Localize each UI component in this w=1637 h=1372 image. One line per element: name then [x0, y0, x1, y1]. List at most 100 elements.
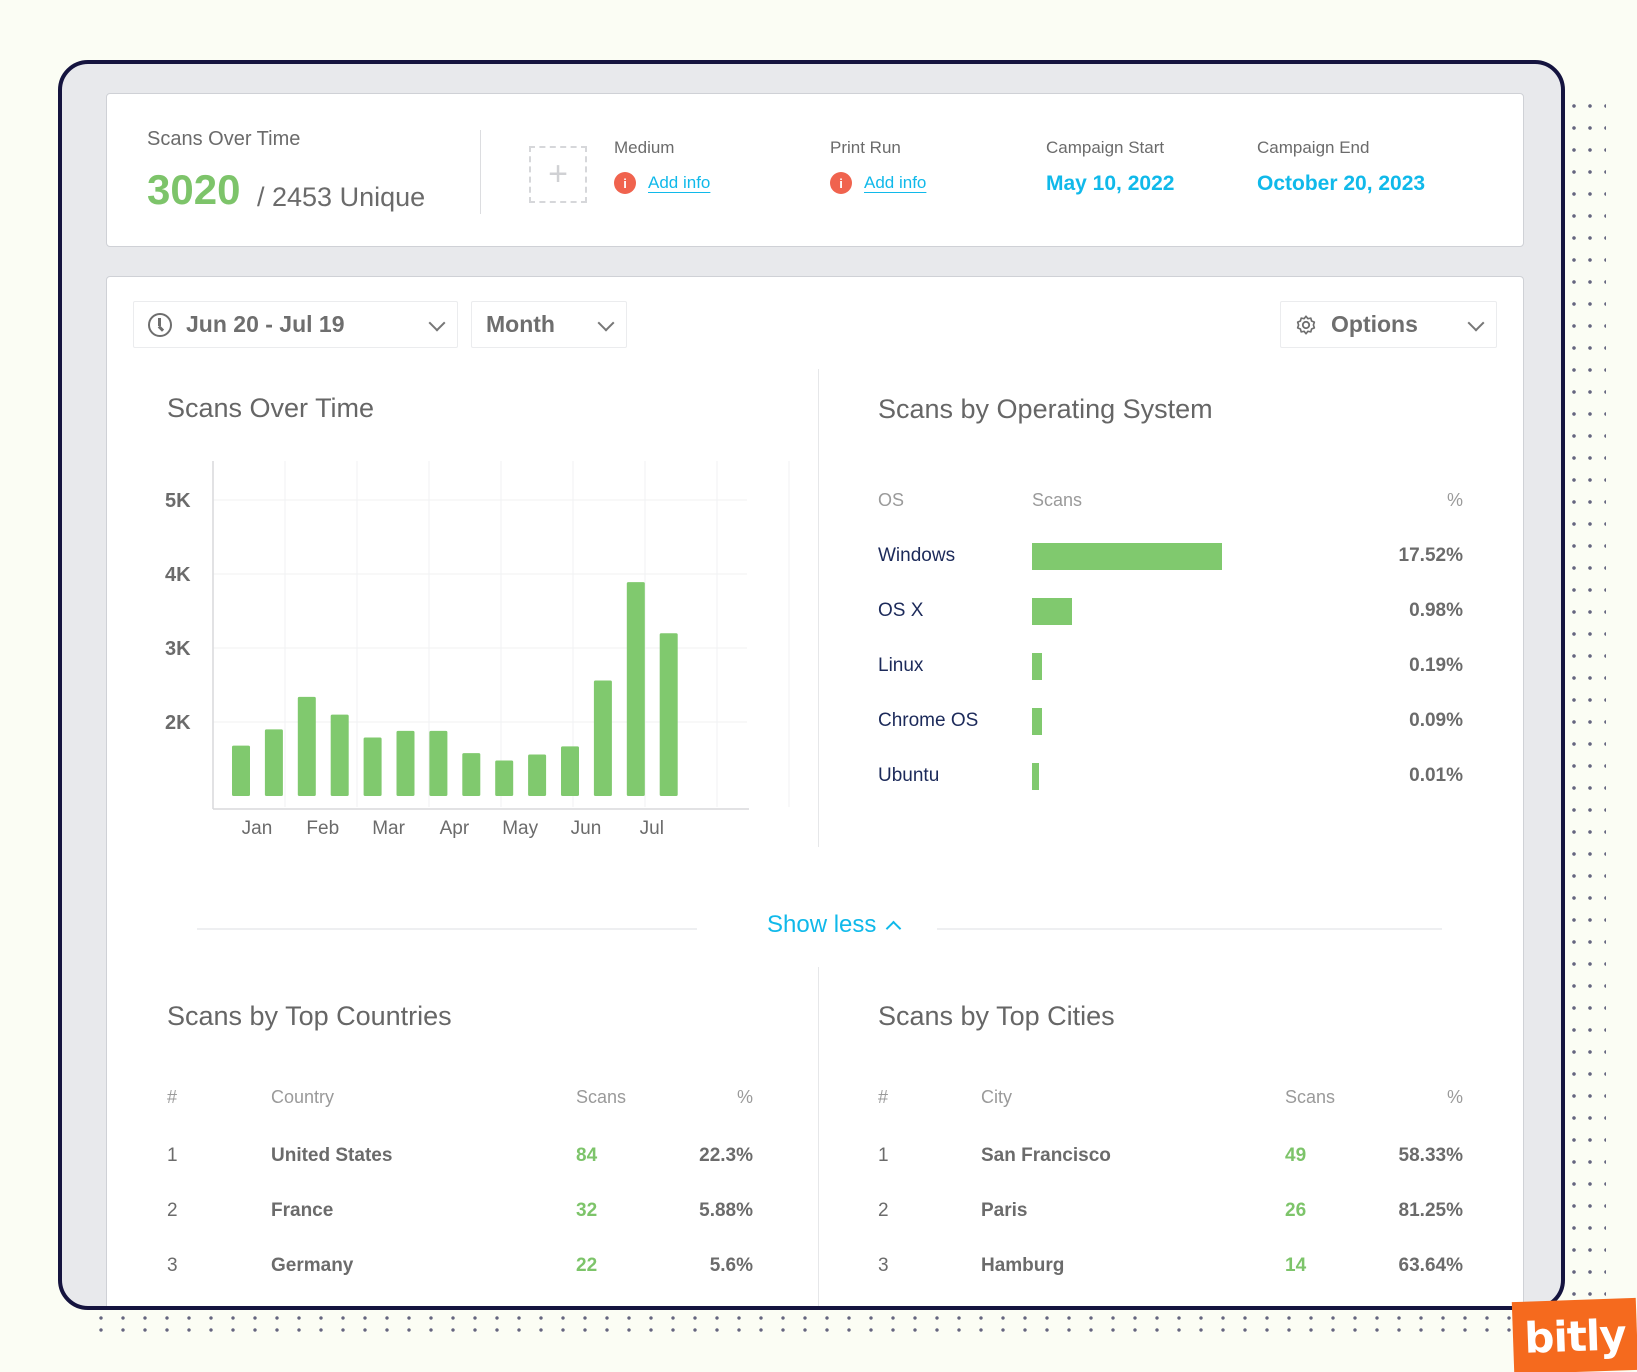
- cities-header-rank: #: [878, 1087, 889, 1107]
- os-bar: [1032, 653, 1042, 680]
- column-divider: [818, 967, 819, 1306]
- y-tick-label: 4K: [165, 564, 191, 586]
- countries-name: Germany: [271, 1255, 354, 1276]
- os-name: Ubuntu: [878, 765, 940, 786]
- cities-scans: 14: [1285, 1255, 1307, 1276]
- logo-text: bitly: [1523, 1309, 1627, 1363]
- os-row: OS X 0.98%: [878, 598, 1463, 628]
- print-run-label: Print Run: [830, 138, 901, 157]
- cities-name: Paris: [981, 1200, 1028, 1221]
- column-divider: [818, 369, 819, 847]
- countries-scans: 84: [576, 1145, 598, 1166]
- countries-header-name: Country: [271, 1087, 335, 1107]
- os-bar: [1032, 708, 1042, 735]
- x-tick-label: Jun: [571, 818, 602, 839]
- os-bar: [1032, 598, 1072, 625]
- total-scans: 3020: [147, 166, 241, 213]
- bar: [429, 730, 448, 796]
- scans-over-time-chart: 2K 3K 4K 5K Jan Feb Mar Apr May Jun Jul: [165, 461, 790, 839]
- cities-rank: 1: [878, 1145, 889, 1166]
- os-bar: [1032, 763, 1039, 790]
- countries-title: Scans by Top Countries: [167, 1001, 452, 1031]
- os-pct: 0.98%: [1409, 600, 1463, 621]
- divider: [197, 928, 697, 930]
- os-header-pct: %: [1447, 490, 1464, 510]
- bar: [264, 729, 283, 796]
- bar: [626, 582, 645, 796]
- print-run-field: Print Run i Add info: [830, 138, 926, 194]
- x-tick-label: Jan: [242, 818, 273, 839]
- summary-card: Scans Over Time 3020 / 2453 Unique + Med…: [106, 93, 1524, 247]
- countries-header-pct: %: [736, 1087, 753, 1107]
- os-bar: [1032, 543, 1222, 570]
- bar: [297, 696, 316, 796]
- os-name: OS X: [878, 600, 924, 621]
- cities-rank: 2: [878, 1200, 889, 1221]
- unique-scans: / 2453 Unique: [257, 182, 426, 212]
- add-image-button[interactable]: +: [529, 146, 587, 203]
- options-label: Options: [1331, 311, 1418, 337]
- decorative-dots: [1566, 95, 1606, 1305]
- os-name: Windows: [878, 545, 956, 566]
- divider: [937, 928, 1442, 930]
- bar: [495, 760, 514, 796]
- bar: [561, 746, 579, 796]
- cities-pct: 63.64%: [1398, 1255, 1463, 1276]
- y-tick-label: 2K: [165, 712, 191, 734]
- os-pct: 0.09%: [1409, 710, 1463, 731]
- chevron-down-icon: [1467, 314, 1485, 332]
- cities-pct: 81.25%: [1398, 1200, 1463, 1221]
- medium-add-info-link[interactable]: Add info: [648, 173, 710, 193]
- os-pct: 0.19%: [1409, 655, 1463, 676]
- options-dropdown[interactable]: Options: [1280, 301, 1497, 348]
- os-header-os: OS: [878, 490, 905, 510]
- cities-header-pct: %: [1446, 1087, 1463, 1107]
- analytics-card: Jun 20 - Jul 19 Month Options Scans Over…: [106, 276, 1524, 1306]
- bar: [528, 754, 547, 796]
- os-name: Chrome OS: [878, 710, 979, 731]
- cities-header-name: City: [981, 1087, 1012, 1107]
- summary-label: Scans Over Time: [147, 128, 301, 150]
- cities-pct: 58.33%: [1398, 1145, 1463, 1166]
- countries-pct: 22.3%: [699, 1145, 753, 1166]
- print-run-add-info-link[interactable]: Add info: [864, 173, 926, 193]
- device-frame: Scans Over Time 3020 / 2453 Unique + Med…: [58, 60, 1565, 1310]
- medium-field: Medium i Add info: [614, 138, 710, 194]
- cities-name: Hamburg: [981, 1255, 1065, 1276]
- countries-header-scans: Scans: [576, 1087, 627, 1107]
- gear-icon: [1296, 314, 1316, 335]
- os-header-scans: Scans: [1032, 490, 1083, 510]
- info-icon: i: [830, 172, 852, 194]
- os-row: Linux 0.19%: [878, 653, 1463, 683]
- campaign-end-label: Campaign End: [1257, 138, 1370, 157]
- bar: [659, 633, 678, 796]
- x-tick-label: May: [502, 818, 538, 839]
- cities-header-scans: Scans: [1285, 1087, 1336, 1107]
- bar: [232, 745, 250, 796]
- countries-name: France: [271, 1200, 334, 1221]
- countries-pct: 5.88%: [699, 1200, 753, 1221]
- x-tick-label: Apr: [440, 818, 470, 839]
- bar: [593, 680, 612, 796]
- bar: [330, 714, 349, 796]
- cities-title: Scans by Top Cities: [878, 1001, 1115, 1031]
- campaign-end-field: Campaign End October 20, 2023: [1257, 138, 1425, 196]
- campaign-start-field: Campaign Start May 10, 2022: [1046, 138, 1174, 196]
- countries-scans: 22: [576, 1255, 598, 1276]
- countries-pct: 5.6%: [709, 1255, 753, 1276]
- campaign-end-value: October 20, 2023: [1257, 172, 1426, 195]
- x-tick-label: Feb: [306, 818, 339, 839]
- chevron-up-icon: [886, 920, 902, 936]
- campaign-start-label: Campaign Start: [1046, 138, 1165, 157]
- y-tick-label: 3K: [165, 638, 191, 660]
- cities-name: San Francisco: [981, 1145, 1111, 1166]
- show-less-button[interactable]: Show less: [767, 911, 902, 939]
- countries-scans: 32: [576, 1200, 598, 1221]
- decorative-dots: [90, 1312, 1540, 1336]
- bar: [462, 753, 481, 796]
- show-less-label: Show less: [767, 911, 877, 938]
- y-tick-label: 5K: [165, 490, 191, 512]
- countries-header-rank: #: [167, 1087, 178, 1107]
- countries-rank: 2: [167, 1200, 178, 1221]
- os-title: Scans by Operating System: [878, 394, 1213, 424]
